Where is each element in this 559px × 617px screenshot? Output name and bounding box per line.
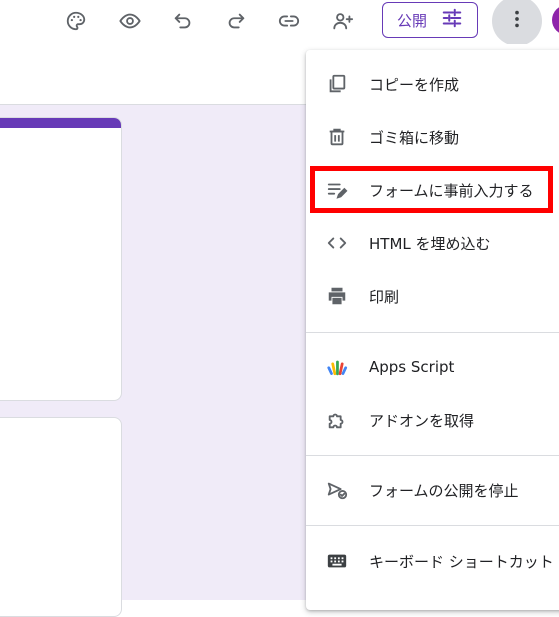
publish-button[interactable]: 公開: [382, 2, 478, 38]
question-card[interactable]: [0, 417, 122, 617]
copy-icon: [325, 72, 349, 96]
more-options-menu: コピーを作成 ゴミ箱に移動 フォームに事前入力する HTML を埋め込む 印刷 …: [306, 50, 559, 610]
more-vert-icon: [506, 8, 528, 34]
tune-icon: [441, 7, 463, 33]
highlight-box: [310, 166, 553, 213]
menu-item-label: 印刷: [369, 287, 400, 306]
more-options-button[interactable]: [492, 0, 542, 46]
menu-divider: [306, 332, 559, 333]
eye-icon[interactable]: [115, 6, 145, 36]
menu-item-label: HTML を埋め込む: [369, 234, 491, 253]
link-icon[interactable]: [274, 6, 304, 36]
puzzle-icon: [325, 408, 349, 432]
menu-item-apps-script[interactable]: Apps Script: [306, 347, 559, 387]
menu-item-label: アドオンを取得: [369, 411, 475, 430]
print-icon: [325, 284, 349, 308]
keyboard-icon: [325, 549, 349, 573]
form-header-card[interactable]: [0, 117, 122, 401]
card-accent-bar: [0, 118, 121, 128]
menu-divider: [306, 455, 559, 456]
menu-item-label: ゴミ箱に移動: [369, 128, 460, 147]
menu-item-label: Apps Script: [369, 358, 455, 376]
menu-item-make-copy[interactable]: コピーを作成: [306, 64, 559, 104]
avatar[interactable]: [552, 5, 559, 35]
menu-item-unpublish-form[interactable]: フォームの公開を停止: [306, 470, 559, 510]
apps-script-icon: [325, 355, 349, 379]
undo-icon[interactable]: [168, 6, 198, 36]
top-toolbar: 公開: [0, 0, 559, 46]
unpublish-icon: [325, 478, 349, 502]
menu-item-label: コピーを作成: [369, 75, 460, 94]
publish-label: 公開: [396, 11, 427, 30]
trash-icon: [325, 125, 349, 149]
add-person-icon[interactable]: [328, 6, 358, 36]
menu-item-label: フォームの公開を停止: [369, 481, 519, 500]
menu-item-get-addons[interactable]: アドオンを取得: [306, 400, 559, 440]
menu-item-move-to-trash[interactable]: ゴミ箱に移動: [306, 117, 559, 157]
redo-icon[interactable]: [221, 6, 251, 36]
menu-divider: [306, 525, 559, 526]
menu-item-embed-html[interactable]: HTML を埋め込む: [306, 223, 559, 263]
code-icon: [325, 231, 349, 255]
menu-item-print[interactable]: 印刷: [306, 276, 559, 316]
menu-item-keyboard-shortcuts[interactable]: キーボード ショートカット: [306, 541, 559, 581]
palette-icon[interactable]: [61, 6, 91, 36]
menu-item-label: キーボード ショートカット: [369, 552, 554, 571]
